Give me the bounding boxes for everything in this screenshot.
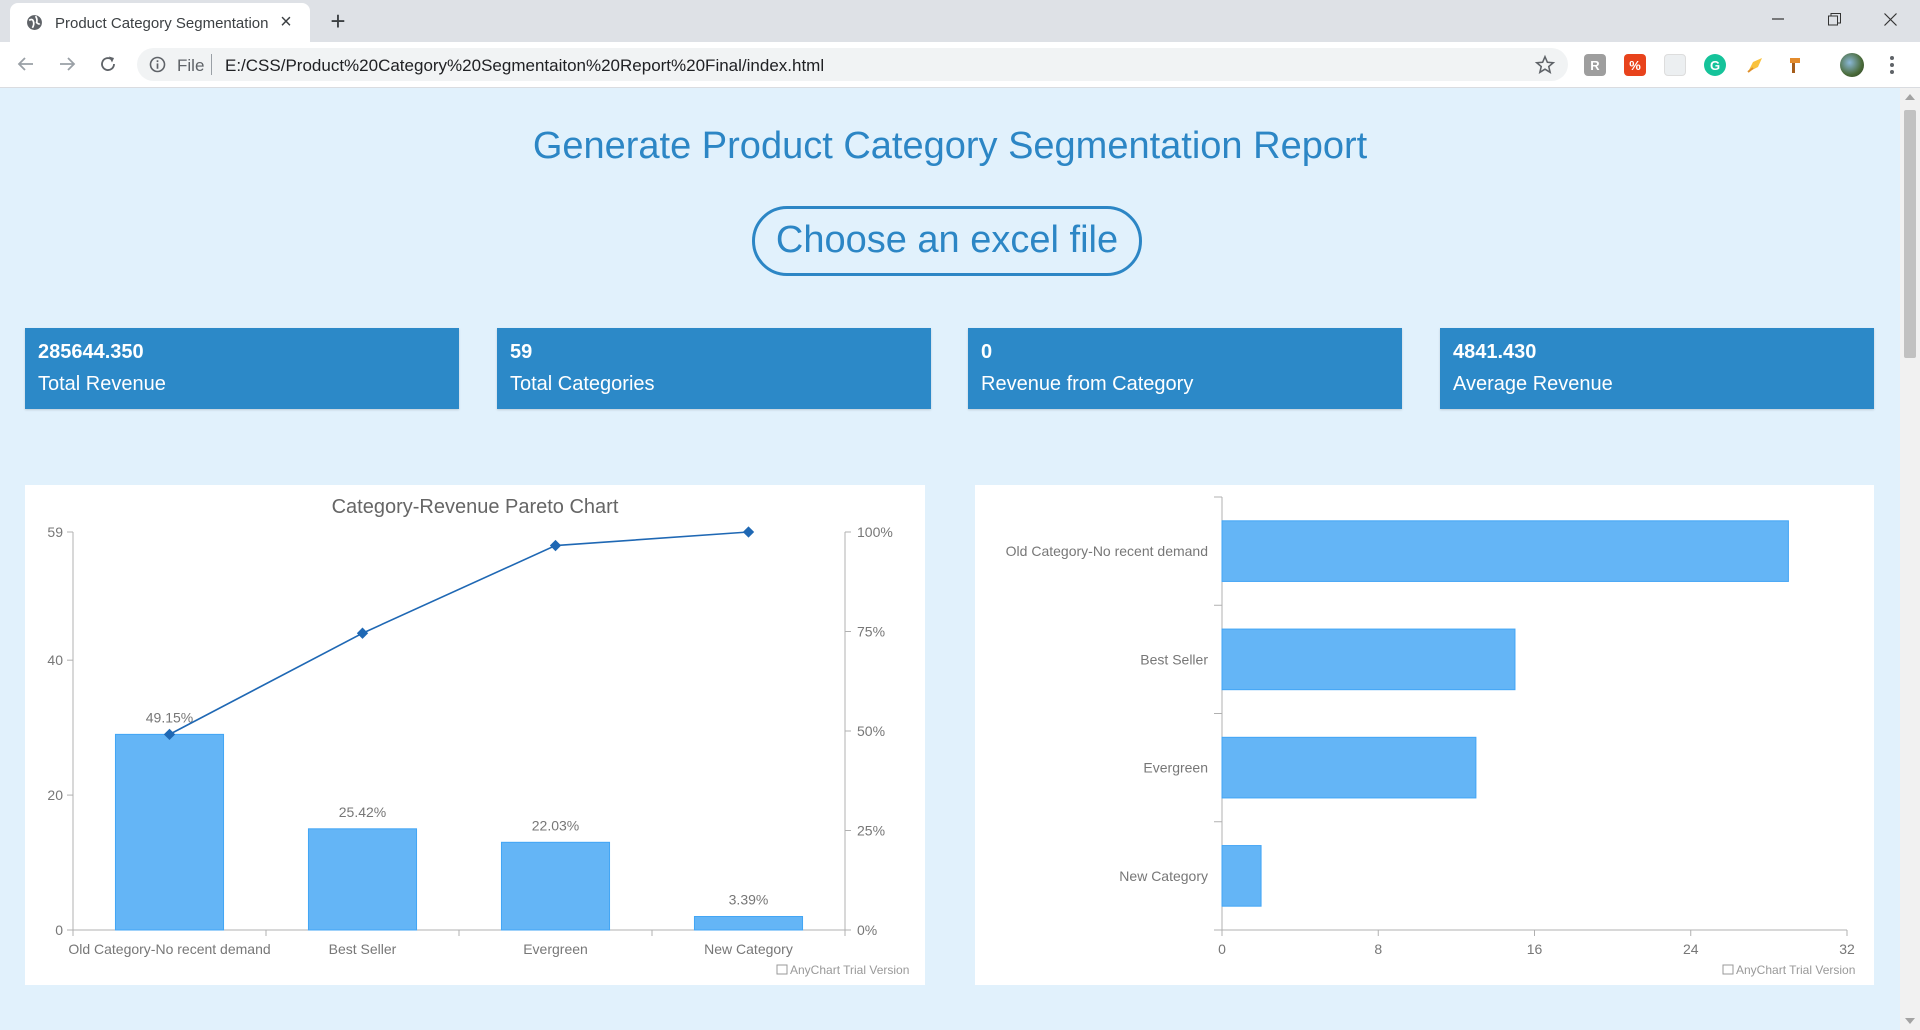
page-title: Generate Product Category Segmentation R…	[532, 125, 1368, 167]
y-tick-label: New Category	[1119, 868, 1208, 884]
card-value: 285644.350	[38, 341, 144, 363]
x-tick-label: Best Seller	[329, 941, 397, 957]
reload-icon	[101, 56, 115, 71]
x-tick-label: 24	[1683, 941, 1699, 957]
info-icon[interactable]	[149, 56, 166, 73]
y2-tick-label: 50%	[857, 723, 885, 739]
y2-tick-label: 25%	[857, 823, 885, 839]
page-viewport: Generate Product Category Segmentation R…	[0, 88, 1900, 1030]
total-revenue-card: 285644.350 Total Revenue	[25, 328, 459, 409]
y-tick-label: 20	[47, 787, 63, 803]
y-tick-label: 59	[47, 524, 63, 540]
card-label: Total Revenue	[38, 373, 166, 395]
globe-icon	[27, 15, 42, 30]
watermark-text: AnyChart Trial Version	[1736, 963, 1855, 977]
card-value: 4841.430	[1453, 341, 1537, 363]
x-tick-label: Evergreen	[523, 941, 588, 957]
chart-watermark: AnyChart Trial Version	[776, 963, 909, 977]
chart-title: Category-Revenue Pareto Chart	[332, 496, 619, 518]
back-button[interactable]	[12, 50, 40, 78]
scroll-up-arrow-icon[interactable]	[1905, 94, 1915, 100]
more-vertical-icon[interactable]	[1882, 52, 1902, 78]
url-separator	[211, 54, 212, 75]
pareto-chart-panel: Category-Revenue Pareto Chart 0 20 40 59 0% 2…	[25, 485, 925, 985]
close-window-button[interactable]	[1862, 0, 1918, 38]
y2-tick-label: 0%	[857, 922, 877, 938]
pareto-bar	[693, 916, 804, 931]
card-label: Revenue from Category	[981, 373, 1194, 395]
new-tab-button[interactable]: +	[324, 8, 352, 36]
avatar[interactable]	[1840, 53, 1864, 77]
rx-icon[interactable]: R	[1584, 54, 1606, 76]
cumulative-point	[356, 627, 369, 639]
average-revenue-card: 4841.430 Average Revenue	[1440, 328, 1874, 409]
y-tick-label: 40	[47, 652, 63, 668]
bar-data-label: 22.03%	[532, 817, 579, 833]
close-tab-icon[interactable]: ×	[274, 10, 298, 34]
minimize-button[interactable]	[1750, 0, 1806, 38]
close-icon	[1883, 12, 1897, 26]
card-label: Average Revenue	[1453, 373, 1613, 395]
url-text[interactable]: E:/CSS/Product%20Category%20Segmentaiton…	[225, 56, 824, 76]
watermark-text: AnyChart Trial Version	[790, 963, 909, 977]
reload-button[interactable]	[94, 50, 122, 78]
bar-data-label: 49.15%	[146, 709, 193, 725]
y-tick-label: Evergreen	[1143, 760, 1208, 776]
tab-strip: Product Category Segmentation × +	[0, 0, 1920, 42]
restore-button[interactable]	[1806, 0, 1862, 38]
pareto-bar	[114, 733, 225, 931]
cumulative-point	[549, 539, 562, 552]
y-tick-label: 0	[55, 922, 63, 938]
cumulative-point	[742, 526, 755, 538]
horizontal-bar	[1221, 520, 1789, 582]
card-value: 0	[981, 341, 993, 363]
restore-icon	[1827, 12, 1841, 25]
pareto-chart: Category-Revenue Pareto Chart 0 20 40 59 0% 2…	[47, 496, 909, 977]
browser-tab[interactable]: Product Category Segmentation ×	[10, 3, 310, 42]
x-tick-label: 0	[1218, 941, 1226, 957]
pdf-icon[interactable]: %	[1624, 54, 1646, 76]
vertical-scrollbar[interactable]	[1900, 88, 1920, 1030]
minimize-icon	[1772, 18, 1784, 20]
highlighter-icon[interactable]	[1744, 54, 1766, 76]
horizontal-bar-chart: 0 8 16 24 32 Old Category-No recent demand Bes…	[1006, 496, 1855, 977]
cumulative-line	[169, 531, 749, 736]
bar-data-label: 3.39%	[729, 892, 769, 908]
address-bar[interactable]: File E:/CSS/Product%20Category%20Segment…	[137, 48, 1568, 81]
x-tick-label: 32	[1839, 941, 1855, 957]
url-scheme: File	[177, 56, 205, 75]
pareto-bar	[307, 828, 418, 931]
scroll-down-arrow-icon[interactable]	[1905, 1018, 1915, 1024]
tools-icon[interactable]	[1784, 54, 1806, 76]
grid-icon[interactable]	[1664, 54, 1686, 76]
card-value: 59	[510, 341, 533, 363]
forward-button[interactable]	[53, 50, 81, 78]
grammarly-icon[interactable]: G	[1704, 54, 1726, 76]
horizontal-bar	[1221, 628, 1516, 691]
category-revenue-card: 0 Revenue from Category	[968, 328, 1402, 409]
x-tick-label: 8	[1374, 941, 1382, 957]
total-categories-card: 59 Total Categories	[497, 328, 931, 409]
arrow-right-icon	[60, 57, 76, 71]
y-tick-label: Old Category-No recent demand	[1006, 543, 1208, 559]
y2-tick-label: 100%	[857, 524, 893, 540]
x-tick-label: Old Category-No recent demand	[68, 941, 270, 957]
bar-data-label: 25.42%	[339, 804, 386, 820]
arrow-left-icon	[17, 57, 33, 71]
horizontal-bar	[1221, 845, 1262, 907]
choose-file-button[interactable]: Choose an excel file	[752, 206, 1142, 276]
tab-title: Product Category Segmentation	[55, 15, 269, 32]
x-tick-label: New Category	[704, 941, 793, 957]
card-label: Total Categories	[510, 373, 655, 395]
horizontal-bar	[1221, 736, 1477, 799]
chart-watermark: AnyChart Trial Version	[1722, 963, 1855, 977]
pareto-bar	[500, 841, 611, 931]
bookmark-star-icon[interactable]	[1534, 54, 1556, 76]
y2-tick-label: 75%	[857, 624, 885, 640]
y-tick-label: Best Seller	[1140, 651, 1208, 667]
browser-toolbar: File E:/CSS/Product%20Category%20Segment…	[0, 42, 1920, 88]
horizontal-bar-chart-panel: 0 8 16 24 32 Old Category-No recent demand Bes…	[975, 485, 1874, 985]
scrollbar-thumb[interactable]	[1904, 110, 1916, 358]
x-tick-label: 16	[1527, 941, 1543, 957]
